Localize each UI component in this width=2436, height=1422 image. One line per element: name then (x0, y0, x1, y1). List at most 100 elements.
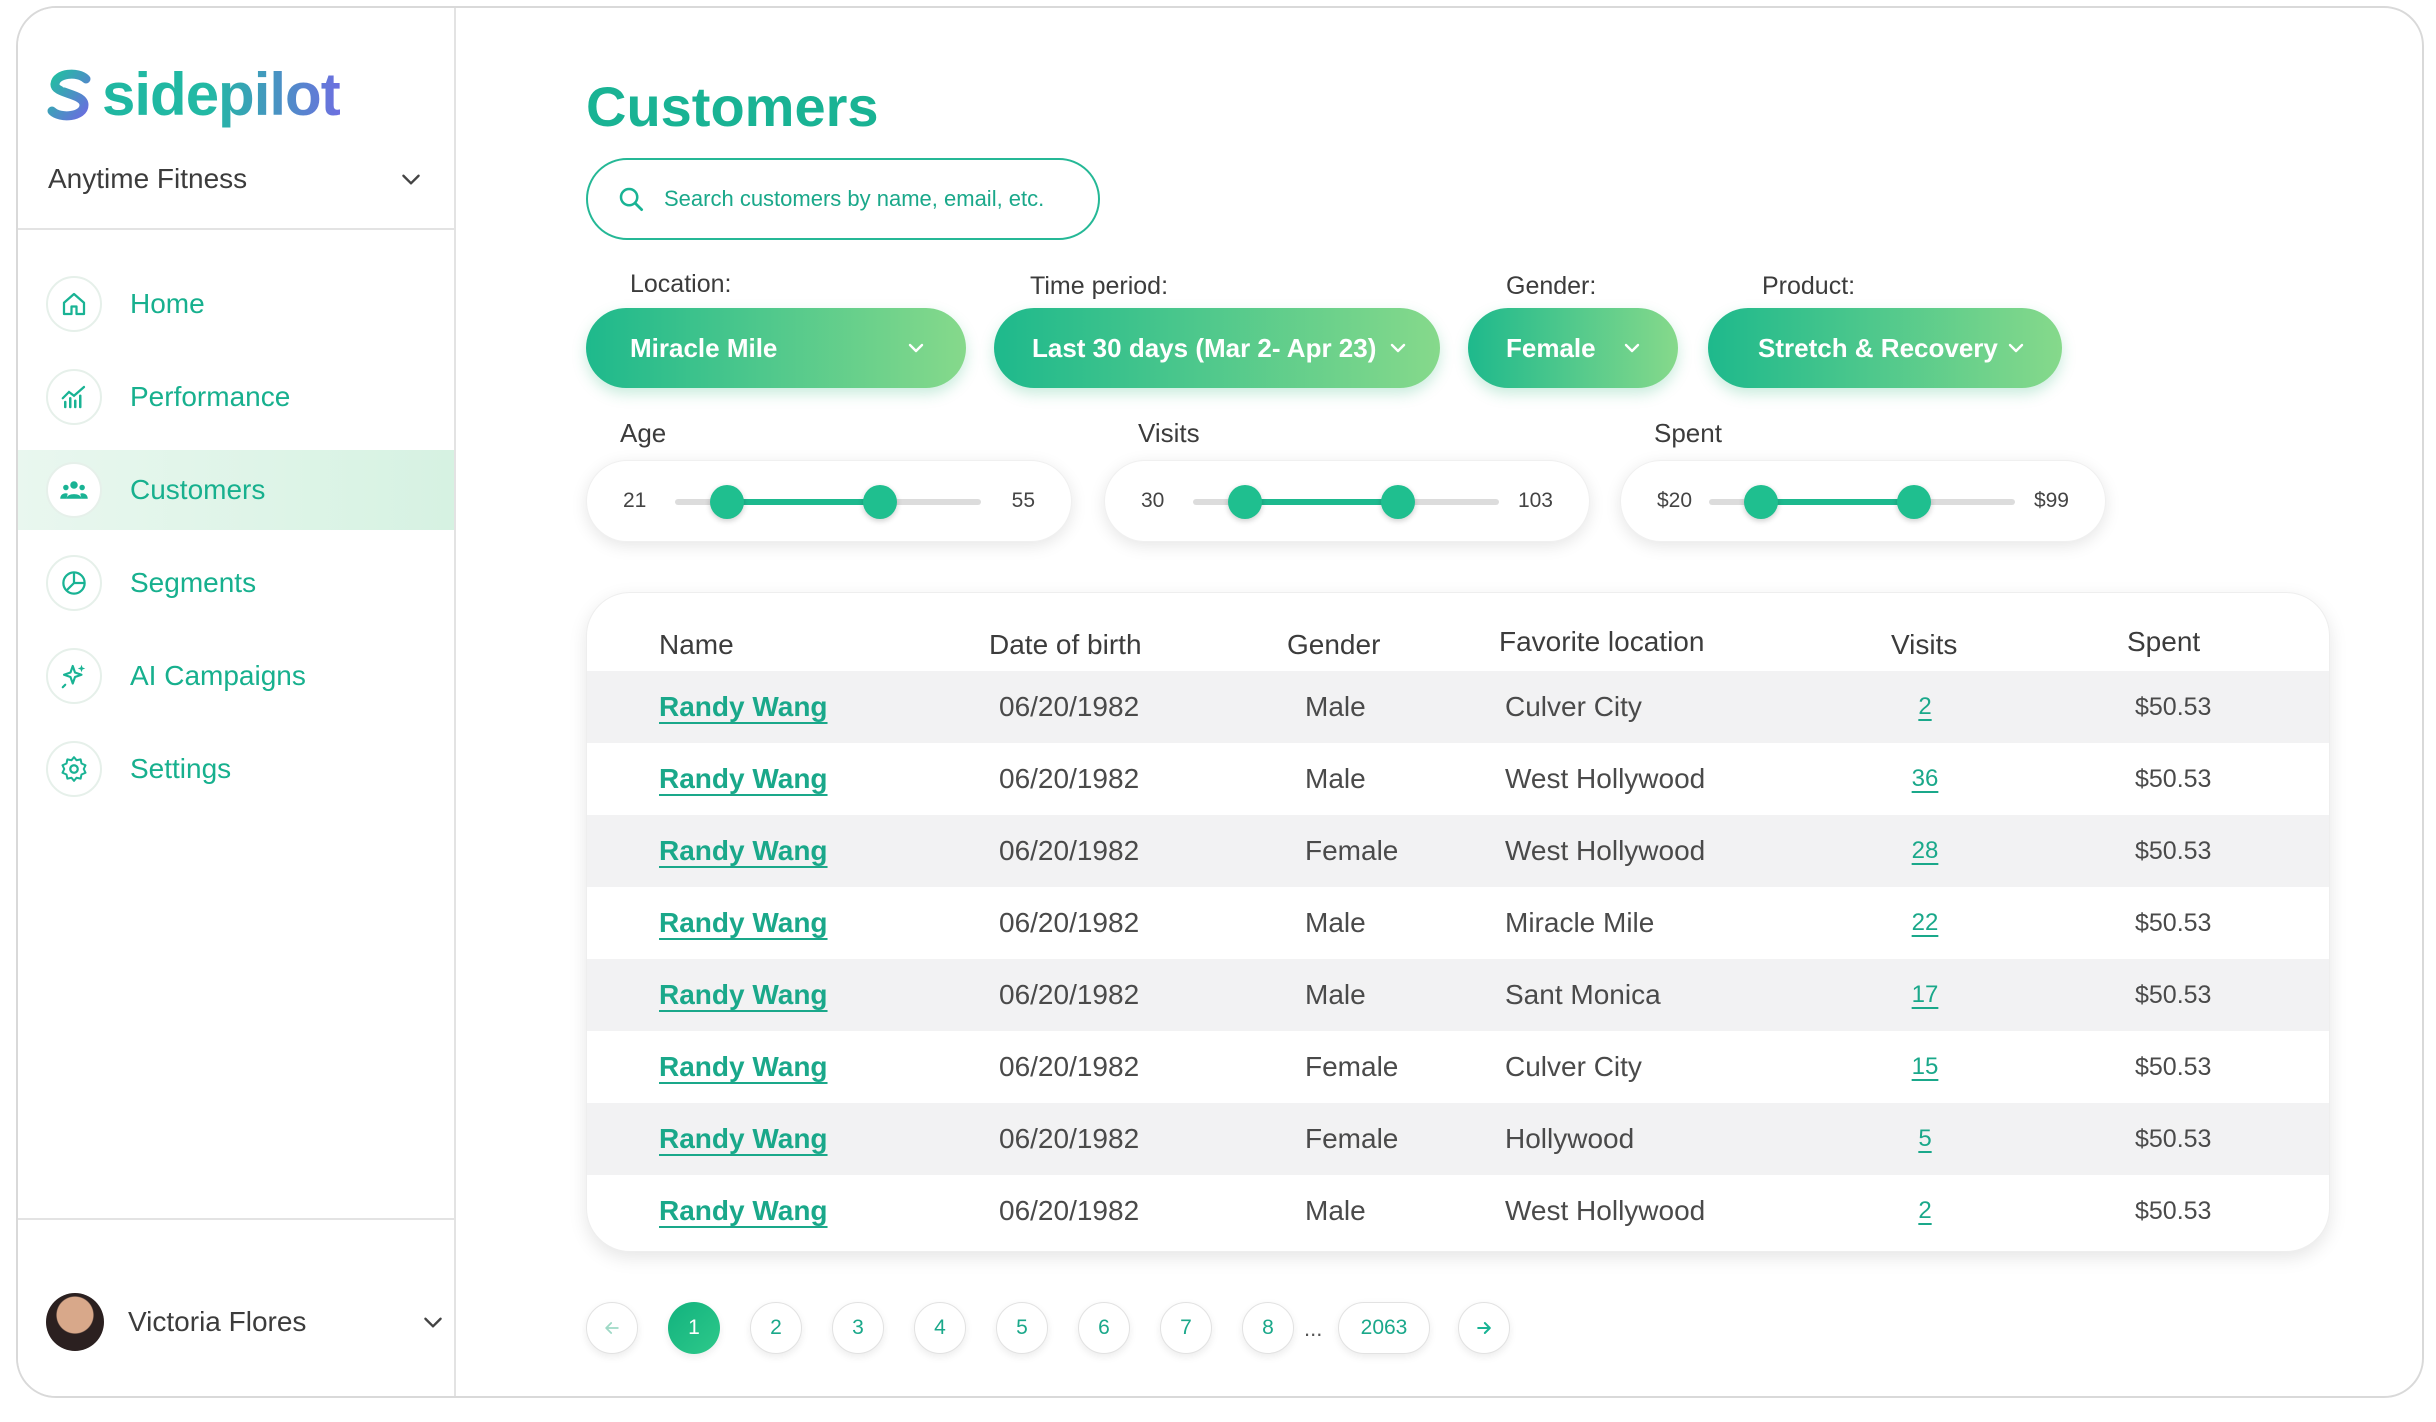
visits-link[interactable]: 15 (1912, 1053, 1939, 1081)
table-row[interactable]: Randy Wang 06/20/1982 Female Culver City 15 $… (587, 1031, 2329, 1103)
page-button[interactable]: 2 (750, 1302, 802, 1354)
visits-link[interactable]: 2 (1918, 1197, 1931, 1225)
column-header-name[interactable]: Name (659, 629, 734, 661)
arrow-left-icon (605, 1322, 619, 1334)
table-row[interactable]: Randy Wang 06/20/1982 Male West Hollywood 36… (587, 743, 2329, 815)
table-row[interactable]: Randy Wang 06/20/1982 Male Culver City 2 $50.… (587, 671, 2329, 743)
visits-min-value: 30 (1141, 489, 1165, 512)
customers-table: Name Date of birth Gender Favorite locat… (586, 592, 2330, 1252)
spent-min-value: $20 (1657, 489, 1693, 512)
column-header-location[interactable]: Favorite location (1499, 626, 1704, 658)
table-row[interactable]: Randy Wang 06/20/1982 Female Hollywood 5 $50.… (587, 1103, 2329, 1175)
page-button[interactable]: 7 (1160, 1302, 1212, 1354)
brand-name: sidepilot (102, 61, 341, 128)
spent-min-handle[interactable] (1744, 485, 1779, 519)
page-button[interactable]: 5 (996, 1302, 1048, 1354)
user-menu[interactable]: Victoria Flores (46, 1292, 446, 1352)
date-of-birth: 06/20/1982 (999, 763, 1140, 794)
page-button[interactable]: 1 (668, 1302, 720, 1354)
page-button[interactable]: 8 (1242, 1302, 1294, 1354)
chevron-down-icon (1624, 343, 1640, 353)
sidebar-item-segments[interactable]: Segments (18, 543, 454, 623)
visits-max-value: 103 (1517, 489, 1553, 512)
customer-name-link[interactable]: Randy Wang (659, 979, 828, 1011)
visits-link[interactable]: 17 (1912, 981, 1939, 1009)
age-min-value: 21 (623, 489, 647, 512)
chevron-down-icon (402, 174, 420, 185)
search-input[interactable] (664, 186, 1064, 212)
visits-range-label: Visits (1138, 418, 1200, 448)
spent-max-handle[interactable] (1897, 485, 1932, 519)
date-of-birth: 06/20/1982 (999, 1123, 1140, 1154)
brand-logo[interactable]: sidepilot (46, 60, 341, 129)
prev-page-button[interactable] (586, 1302, 638, 1354)
visits-link[interactable]: 22 (1912, 909, 1939, 937)
visits-link[interactable]: 2 (1918, 693, 1931, 721)
table-row[interactable]: Randy Wang 06/20/1982 Male Sant Monica 17 $50… (587, 959, 2329, 1031)
favorite-location: Hollywood (1505, 1123, 1635, 1154)
column-header-dob[interactable]: Date of birth (989, 629, 1142, 661)
sidebar-item-label: Settings (130, 753, 232, 784)
gender: Male (1305, 691, 1366, 722)
gender: Male (1305, 979, 1366, 1010)
sidebar-item-performance[interactable]: Performance (18, 357, 454, 437)
customer-name-link[interactable]: Randy Wang (659, 1195, 828, 1227)
visits-track (1193, 485, 1499, 519)
sidebar-item-ai-campaigns[interactable]: AI Campaigns (18, 636, 454, 716)
gender: Male (1305, 1195, 1366, 1226)
sidebar-item-home[interactable]: Home (18, 264, 454, 344)
product-dropdown[interactable]: Stretch & Recovery (1708, 308, 2062, 388)
spent-amount: $50.53 (2135, 1124, 2212, 1153)
visits-track-fill (1245, 499, 1399, 505)
favorite-location: Sant Monica (1505, 979, 1661, 1010)
table-row[interactable]: Randy Wang 06/20/1982 Female West Hollywood… (587, 815, 2329, 887)
time-period-dropdown[interactable]: Last 30 days (Mar 2- Apr 23) (994, 308, 1440, 388)
customer-name-link[interactable]: Randy Wang (659, 763, 828, 795)
gender: Male (1305, 763, 1366, 794)
gear-icon (46, 741, 102, 797)
gender: Female (1305, 835, 1399, 866)
spent-max-value: $99 (2033, 489, 2069, 512)
next-page-button[interactable] (1458, 1302, 1510, 1354)
visits-max-handle[interactable] (1381, 485, 1416, 519)
column-header-visits[interactable]: Visits (1891, 629, 1957, 661)
page-button[interactable]: 6 (1078, 1302, 1130, 1354)
sidebar-item-customers[interactable]: Customers (18, 450, 454, 530)
column-header-gender[interactable]: Gender (1287, 629, 1380, 661)
customer-name-link[interactable]: Randy Wang (659, 835, 828, 867)
customer-name-link[interactable]: Randy Wang (659, 1051, 828, 1083)
favorite-location: West Hollywood (1505, 1195, 1706, 1226)
column-header-spent[interactable]: Spent (2127, 626, 2200, 658)
sidebar-item-settings[interactable]: Settings (18, 729, 454, 809)
spent-range-slider[interactable]: $20 $99 (1620, 460, 2106, 542)
main-content: Customers Location: Miracle Mile Time pe… (456, 8, 2422, 1396)
table-row[interactable]: Randy Wang 06/20/1982 Male Miracle Mile 22 $5… (587, 887, 2329, 959)
customer-name-link[interactable]: Randy Wang (659, 907, 828, 939)
customer-name-link[interactable]: Randy Wang (659, 691, 828, 723)
date-of-birth: 06/20/1982 (999, 1051, 1140, 1082)
visits-min-handle[interactable] (1228, 485, 1263, 519)
gender-dropdown[interactable]: Female (1468, 308, 1678, 388)
location-dropdown[interactable]: Miracle Mile (586, 308, 966, 388)
age-range-slider[interactable]: 21 55 (586, 460, 1072, 542)
page-button-last[interactable]: 2063 (1338, 1302, 1430, 1354)
gender-value: Female (1506, 332, 1596, 363)
age-min-handle[interactable] (710, 485, 745, 519)
age-max-handle[interactable] (863, 485, 898, 519)
age-track (675, 485, 981, 519)
visits-link[interactable]: 36 (1912, 765, 1939, 793)
organization-selector[interactable]: Anytime Fitness (48, 156, 448, 202)
spent-track-fill (1761, 499, 1915, 505)
date-of-birth: 06/20/1982 (999, 1195, 1140, 1226)
page-button[interactable]: 4 (914, 1302, 966, 1354)
table-row[interactable]: Randy Wang 06/20/1982 Male West Hollywood 2 $… (587, 1175, 2329, 1247)
customer-name-link[interactable]: Randy Wang (659, 1123, 828, 1155)
spent-amount: $50.53 (2135, 692, 2212, 721)
favorite-location: West Hollywood (1505, 763, 1706, 794)
user-name: Victoria Flores (128, 1306, 307, 1337)
visits-link[interactable]: 5 (1918, 1125, 1931, 1153)
favorite-location: Culver City (1505, 691, 1642, 722)
visits-range-slider[interactable]: 30 103 (1104, 460, 1590, 542)
page-button[interactable]: 3 (832, 1302, 884, 1354)
visits-link[interactable]: 28 (1912, 837, 1939, 865)
